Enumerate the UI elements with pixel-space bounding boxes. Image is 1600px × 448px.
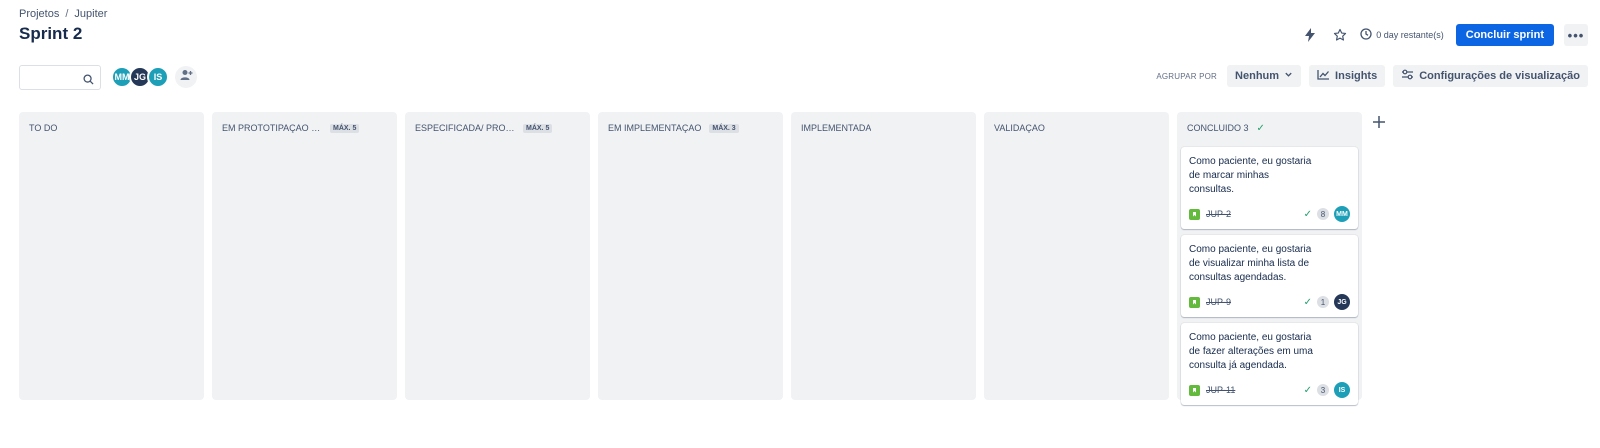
column-validacao: VALIDAÇAO — [984, 112, 1169, 400]
view-settings-label: Configurações de visualização — [1419, 70, 1580, 82]
story-points-badge: 1 — [1317, 296, 1329, 308]
wip-limit-badge: MÁX. 5 — [330, 123, 360, 133]
breadcrumb: Projetos / Jupiter — [19, 8, 107, 20]
card-footer: JUP-9 ✓ 1 JG — [1189, 293, 1350, 311]
column-title: ESPECIFICADA/ PROTOT... — [415, 123, 515, 133]
insights-button[interactable]: Insights — [1309, 65, 1386, 87]
avatar-initials: JG — [133, 72, 146, 82]
avatar-initials: MM — [114, 72, 130, 82]
column-implementada: IMPLEMENTADA — [791, 112, 976, 400]
clock-icon — [1360, 28, 1372, 42]
automation-lightning-icon[interactable] — [1300, 25, 1320, 45]
story-icon — [1189, 208, 1200, 220]
column-header[interactable]: ESPECIFICADA/ PROTOT... MÁX. 5 — [409, 112, 586, 144]
add-column-button[interactable] — [1369, 114, 1389, 134]
assignee-avatar[interactable]: JG — [1334, 294, 1350, 310]
add-person-icon — [180, 68, 193, 86]
column-header[interactable]: IMPLEMENTADA — [795, 112, 972, 144]
group-by-label: AGRUPAR POR — [1156, 71, 1218, 81]
card-summary: Como paciente, eu gostaria de fazer alte… — [1189, 332, 1313, 371]
column-concluido: CONCLUIDO 3 ✓ Como paciente, eu gostaria… — [1177, 112, 1362, 405]
column-title: IMPLEMENTADA — [801, 123, 872, 133]
column-to-do: TO DO — [19, 112, 204, 400]
line-chart-icon — [1317, 69, 1330, 83]
insights-label: Insights — [1335, 70, 1378, 82]
issue-card[interactable]: Como paciente, eu gostaria de fazer alte… — [1181, 323, 1358, 405]
board: TO DO EM PROTOTIPAÇAO (LO... MÁX. 5 ESPE… — [19, 112, 1362, 405]
breadcrumb-separator: / — [65, 8, 69, 20]
group-by-value: Nenhum — [1235, 70, 1280, 82]
time-remaining-text: 0 day restante(s) — [1376, 30, 1444, 40]
board-toolbar: MM JG IS — [19, 64, 197, 90]
column-title: EM IMPLEMENTAÇAO — [608, 123, 702, 133]
star-icon[interactable] — [1330, 25, 1350, 45]
card-summary: Como paciente, eu gostaria de visualizar… — [1189, 244, 1312, 283]
assignee-avatar[interactable]: IS — [1334, 382, 1350, 398]
column-title: TO DO — [29, 123, 58, 133]
story-icon — [1189, 384, 1200, 396]
search-box — [19, 64, 101, 90]
board-view-controls: AGRUPAR POR Nenhum Insights Configuraçõe… — [1156, 65, 1588, 87]
issue-key[interactable]: JUP-9 — [1206, 297, 1231, 307]
card-footer: JUP-11 ✓ 3 IS — [1189, 381, 1350, 399]
avatar-filter-2[interactable]: IS — [147, 66, 169, 88]
column-title: VALIDAÇAO — [994, 123, 1045, 133]
complete-sprint-button[interactable]: Concluir sprint — [1455, 24, 1554, 46]
card-meta: ✓ 1 JG — [1304, 294, 1350, 310]
wip-limit-badge: MÁX. 3 — [709, 123, 739, 133]
card-meta: ✓ 8 MM — [1304, 206, 1350, 222]
view-settings-button[interactable]: Configurações de visualização — [1393, 65, 1588, 87]
breadcrumb-project-link[interactable]: Jupiter — [74, 8, 107, 20]
search-input[interactable] — [20, 65, 80, 89]
add-people-button[interactable] — [175, 66, 197, 88]
story-icon — [1189, 296, 1200, 308]
story-points-badge: 8 — [1317, 208, 1329, 220]
wip-limit-badge: MÁX. 5 — [523, 123, 553, 133]
people-filter: MM JG IS — [111, 66, 169, 88]
column-header[interactable]: EM PROTOTIPAÇAO (LO... MÁX. 5 — [216, 112, 393, 144]
check-icon: ✓ — [1303, 208, 1312, 220]
column-header[interactable]: TO DO — [23, 112, 200, 144]
column-header[interactable]: VALIDAÇAO — [988, 112, 1165, 144]
plus-icon — [1372, 115, 1386, 134]
header-actions: 0 day restante(s) Concluir sprint ••• — [1300, 24, 1588, 46]
card-summary: Como paciente, eu gostaria de marcar min… — [1189, 156, 1312, 195]
more-actions-button[interactable]: ••• — [1564, 24, 1588, 46]
assignee-avatar[interactable]: MM — [1334, 206, 1350, 222]
issue-card[interactable]: Como paciente, eu gostaria de marcar min… — [1181, 147, 1358, 229]
column-especificada: ESPECIFICADA/ PROTOT... MÁX. 5 — [405, 112, 590, 400]
chevron-down-icon — [1284, 70, 1293, 82]
search-icon[interactable] — [83, 72, 94, 90]
check-icon: ✓ — [1303, 384, 1312, 396]
done-check-icon: ✓ — [1256, 122, 1265, 134]
check-icon: ✓ — [1303, 296, 1312, 308]
card-meta: ✓ 3 IS — [1304, 382, 1350, 398]
group-by-dropdown[interactable]: Nenhum — [1227, 65, 1302, 87]
column-em-prototipacao: EM PROTOTIPAÇAO (LO... MÁX. 5 — [212, 112, 397, 400]
sliders-icon — [1401, 69, 1414, 83]
column-em-implementacao: EM IMPLEMENTAÇAO MÁX. 3 — [598, 112, 783, 400]
story-points-badge: 3 — [1317, 384, 1329, 396]
time-remaining: 0 day restante(s) — [1360, 28, 1444, 42]
card-footer: JUP-2 ✓ 8 MM — [1189, 205, 1350, 223]
avatar-initials: IS — [153, 72, 163, 82]
column-header[interactable]: CONCLUIDO 3 ✓ — [1181, 112, 1358, 144]
issue-key[interactable]: JUP-2 — [1206, 209, 1231, 219]
breadcrumb-projects-link[interactable]: Projetos — [19, 8, 59, 20]
issue-card[interactable]: Como paciente, eu gostaria de visualizar… — [1181, 235, 1358, 317]
column-header[interactable]: EM IMPLEMENTAÇAO MÁX. 3 — [602, 112, 779, 144]
issue-key[interactable]: JUP-11 — [1206, 385, 1235, 395]
column-title: EM PROTOTIPAÇAO (LO... — [222, 123, 322, 133]
column-title: CONCLUIDO 3 — [1187, 123, 1249, 133]
page-title: Sprint 2 — [19, 24, 83, 43]
